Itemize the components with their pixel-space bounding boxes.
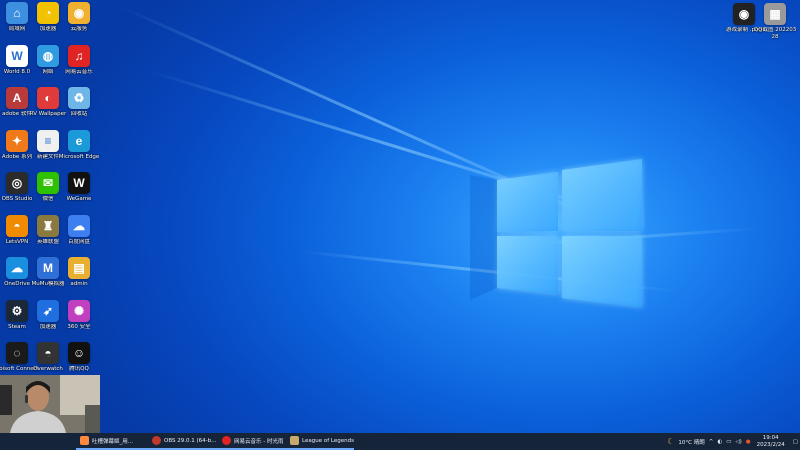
ubisoft-icon: ◌ xyxy=(6,342,28,364)
color-wheel-icon: ✺ xyxy=(68,299,90,322)
desktop-icon[interactable]: ☁ 百度网盘 xyxy=(59,214,99,255)
notification-icon[interactable]: ▢ xyxy=(793,439,798,445)
desktop-icon-label: QQ截图 20220328 xyxy=(753,27,797,40)
user-folder-icon: ▤ xyxy=(68,257,90,279)
qq-icon: ☺ xyxy=(68,342,90,364)
cloud-icon: ☁ xyxy=(6,257,28,279)
taskbar-app-label: League of Legends xyxy=(302,437,354,444)
taskbar-app-label: 网易云音乐 - 时光雨 xyxy=(234,438,284,445)
steam-icon: ⚙ xyxy=(6,299,28,322)
tray-app-icon[interactable]: ● xyxy=(746,439,751,445)
desktop-icon-label: admin xyxy=(70,281,88,287)
desktop-icon[interactable]: ♫ 网易云音乐 xyxy=(59,44,99,85)
moon-icon: ☾ xyxy=(667,437,675,446)
clock-date: 2023/2/24 xyxy=(756,441,785,448)
photo-icon: ▦ xyxy=(764,3,786,25)
desktop-icon-label: WeGame xyxy=(66,196,92,202)
webcam-person xyxy=(0,375,100,433)
game-icon: ♜ xyxy=(37,214,59,237)
desktop-icon[interactable]: ◉ 云服务 xyxy=(59,2,99,42)
globe-icon: ◍ xyxy=(37,44,59,67)
desktop-icon-label: Microsoft Edge xyxy=(58,153,100,160)
overwatch-icon: ◓ xyxy=(37,342,59,364)
desktop-icon[interactable]: ♻ 回收站 xyxy=(59,87,99,127)
emulator-icon: M xyxy=(37,257,59,279)
weather-text[interactable]: 10°C 晴朗 xyxy=(678,438,704,446)
desktop-icon[interactable]: ✺ 360 安全 xyxy=(59,299,99,340)
wegame-icon: W xyxy=(68,172,90,194)
taskbar-app-label: 吐槽弹幕姬_用... xyxy=(92,438,133,445)
desktop-icon-label: 云服务 xyxy=(70,26,88,32)
recycle-bin-icon: ♻ xyxy=(68,87,90,109)
word-doc-icon: W xyxy=(6,44,28,67)
obs-icon: ◎ xyxy=(6,172,28,194)
edge-icon: e xyxy=(68,129,90,152)
lol-icon xyxy=(290,436,299,445)
taskbar-app-league[interactable]: League of Legends xyxy=(286,433,354,450)
adobe-icon: A xyxy=(6,87,28,109)
desktop-icon-label: 百度网盘 xyxy=(67,238,90,245)
desktop-icon[interactable]: W WeGame xyxy=(59,172,99,212)
netease-music-icon xyxy=(222,436,231,445)
network-icon: ⌂ xyxy=(6,2,28,24)
tool-icon: ✦ xyxy=(6,129,28,152)
chevron-up-icon[interactable]: ^ xyxy=(709,439,714,445)
system-tray: ☾ 10°C 晴朗 ^ ◐ ▭ ◁) ● 19:04 2023/2/24 ▢ xyxy=(665,433,800,450)
desktop-icon-label: 网易云音乐 xyxy=(65,68,93,75)
wallpaper-icon: ◐ xyxy=(37,87,59,109)
wechat-icon: ✉ xyxy=(37,172,59,194)
rocket-icon: ➶ xyxy=(37,299,59,322)
taskbar-app-obs[interactable]: OBS 29.0.1 (64-b... xyxy=(148,433,218,450)
network-icon[interactable]: ◐ xyxy=(717,439,722,445)
netease-music-icon: ♫ xyxy=(68,44,90,67)
taskbar-app-danmaku[interactable]: 吐槽弹幕姬_用... xyxy=(76,433,148,450)
vpn-icon: ◓ xyxy=(6,214,28,237)
desktop-icon[interactable]: e Microsoft Edge xyxy=(58,129,100,170)
volume-icon[interactable]: ◁) xyxy=(735,439,741,445)
danmaku-icon xyxy=(80,436,89,445)
taskbar-app-netease-music[interactable]: 网易云音乐 - 时光雨 xyxy=(218,433,286,450)
desktop-icon-label: 腾讯QQ xyxy=(69,366,89,372)
webcam-overlay xyxy=(0,375,100,433)
desktop-icon-photo[interactable]: ▦ QQ截图 20220328 xyxy=(753,3,797,43)
taskbar-app-label: OBS 29.0.1 (64-b... xyxy=(164,437,217,444)
desktop: ⌂ 局域网 ◔ 加速器 ◉ 云服务 W World 8.0 ◍ 网络 ♫ 网易云音乐 Aadobe 软件… xyxy=(0,0,800,433)
desktop-icon[interactable]: ▤ admin xyxy=(59,257,99,297)
owl-icon: ◉ xyxy=(68,2,90,24)
image-file-icon: ◉ xyxy=(733,3,755,25)
baidu-pan-icon: ☁ xyxy=(68,214,90,237)
desktop-icon-label: 360 安全 xyxy=(67,323,91,330)
clock[interactable]: 19:04 2023/2/24 xyxy=(757,435,785,448)
windows-logo xyxy=(470,159,642,307)
obs-icon xyxy=(152,436,161,445)
desktop-icon-label: 回收站 xyxy=(70,111,88,117)
accelerator-icon: ◔ xyxy=(37,2,59,24)
keyboard-icon[interactable]: ▭ xyxy=(726,439,731,445)
taskbar: 吐槽弹幕姬_用... OBS 29.0.1 (64-b... 网易云音乐 - 时… xyxy=(0,433,800,450)
file-icon: ≡ xyxy=(37,129,59,152)
